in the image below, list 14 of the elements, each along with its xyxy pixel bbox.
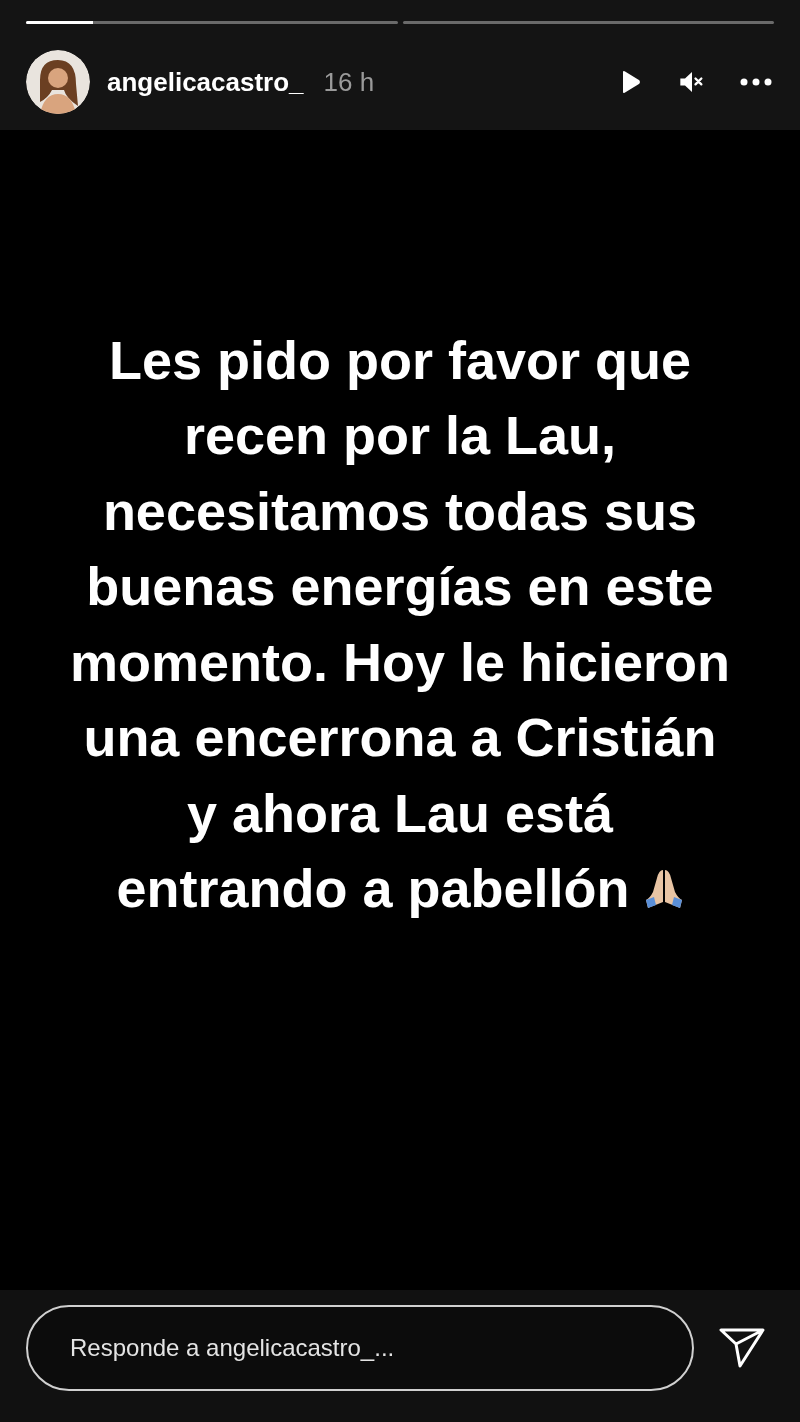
story-text-line: necesitamos todas sus (102, 479, 698, 542)
username[interactable]: angelicacastro_ (107, 66, 304, 98)
story-text-line: momento. Hoy le hicieron (69, 630, 731, 693)
more-icon[interactable] (740, 78, 772, 86)
post-time: 16 h (323, 66, 375, 98)
story-text-line: buenas energías en este (86, 555, 714, 618)
story-text-line: entrando a pabellón (116, 857, 630, 920)
story-text-line: Les pido por favor que (108, 328, 692, 391)
reply-field[interactable]: Responde a angelicacastro_... (26, 1305, 694, 1391)
story-text-line: una encerrona a Cristián (83, 706, 717, 769)
story-text-line: y ahora Lau está (186, 781, 614, 844)
send-icon[interactable] (718, 1326, 766, 1370)
avatar-icon[interactable] (26, 50, 90, 114)
story-text-line: recen por la Lau, (183, 404, 617, 467)
